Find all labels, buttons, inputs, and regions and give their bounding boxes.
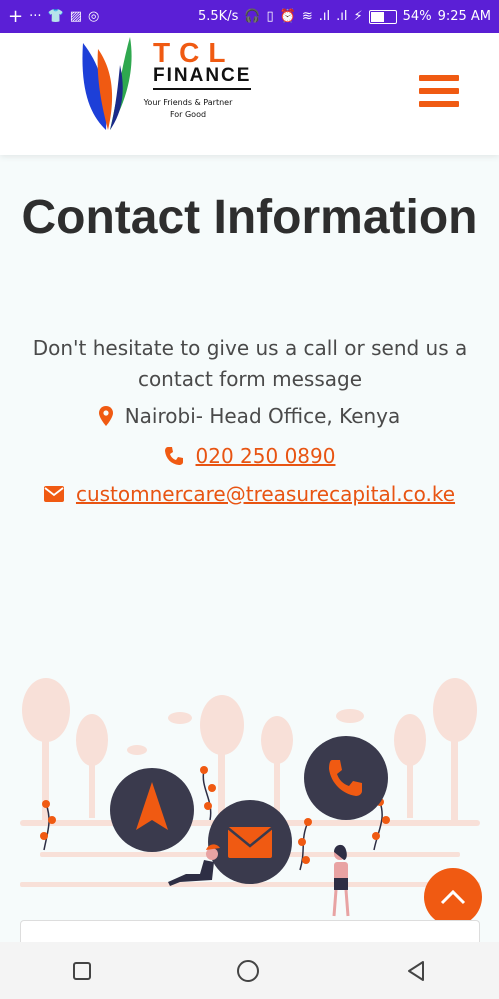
flame-logo-icon	[82, 37, 132, 130]
phone-link[interactable]: 020 250 0890	[196, 444, 336, 468]
contact-intro: Don't hesitate to give us a call or send…	[32, 336, 468, 391]
location-row: Nairobi- Head Office, Kenya	[0, 404, 499, 428]
signal-icon: .ıl	[318, 9, 331, 24]
envelope-icon	[43, 486, 64, 502]
signal-icon-2: .ıl	[336, 9, 348, 24]
contact-illustration	[20, 678, 480, 917]
menu-bar-icon	[419, 88, 459, 94]
page-title: Contact Information	[21, 191, 478, 244]
android-nav-bar	[0, 942, 499, 999]
status-bar: + ··· 👕 ▨ ◎ 5.5K/s 🎧 ▯ ⏰ ≋ .ıl .ıl ⚡ 54%…	[0, 0, 499, 33]
battery-icon	[368, 9, 397, 24]
scroll-to-top-button[interactable]	[424, 868, 482, 926]
back-icon[interactable]	[405, 960, 427, 982]
vibrate-icon: ▯	[266, 9, 274, 24]
email-link[interactable]: customnercare@treasurecapital.co.ke	[76, 482, 455, 506]
more-icon: ···	[29, 9, 42, 24]
phone-icon	[164, 447, 183, 465]
email-row: customnercare@treasurecapital.co.ke	[0, 482, 499, 506]
phone-row: 020 250 0890	[0, 444, 499, 468]
map-pin-icon	[98, 406, 113, 426]
site-logo[interactable]: TCL FINANCE Your Friends & Partner For G…	[78, 35, 268, 145]
plus-icon: +	[8, 6, 24, 27]
site-header: TCL FINANCE Your Friends & Partner For G…	[0, 33, 499, 155]
hamburger-menu-button[interactable]	[419, 75, 461, 111]
headphones-icon: 🎧	[244, 9, 261, 24]
shirt-icon: 👕	[47, 9, 64, 24]
gallery-icon: ▨	[69, 9, 82, 24]
charging-icon: ⚡	[353, 9, 363, 24]
brand-tagline: Your Friends & Partner For Good	[143, 98, 233, 119]
menu-bar-icon	[419, 75, 459, 81]
home-icon[interactable]	[236, 959, 260, 983]
status-right: 5.5K/s 🎧 ▯ ⏰ ≋ .ıl .ıl ⚡ 54% 9:25 AM	[198, 9, 491, 24]
clock: 9:25 AM	[437, 9, 491, 24]
brand-name-text: FINANCE	[153, 65, 252, 90]
net-speed: 5.5K/s	[198, 9, 239, 24]
menu-bar-icon	[419, 101, 459, 107]
instagram-icon: ◎	[87, 9, 100, 24]
wifi-icon: ≋	[301, 9, 313, 24]
recent-apps-icon[interactable]	[72, 961, 92, 981]
alarm-icon: ⏰	[279, 9, 296, 24]
chevron-up-icon	[440, 889, 466, 905]
location-text: Nairobi- Head Office, Kenya	[124, 404, 401, 428]
battery-percent: 54%	[402, 9, 432, 24]
status-left: + ··· 👕 ▨ ◎	[8, 6, 99, 27]
